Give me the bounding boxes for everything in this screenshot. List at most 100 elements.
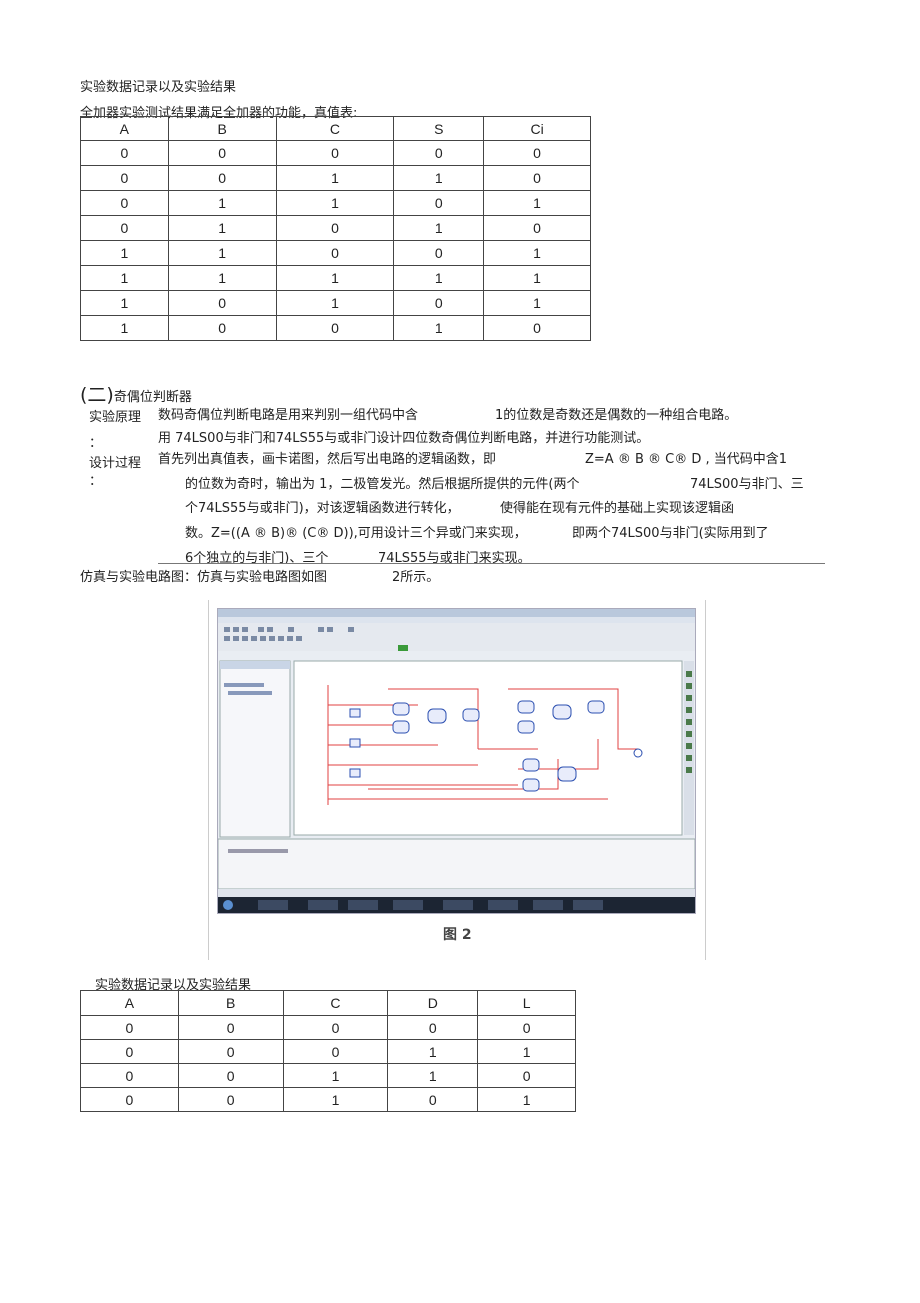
design-text-c: 的位数为奇时，输出为 1，二极管发光。然后根据所提供的元件(两个	[185, 477, 580, 492]
table-cell: 1	[167, 240, 277, 266]
table-cell: 1	[483, 240, 591, 266]
table-header: S	[393, 116, 485, 141]
table-cell: 1	[477, 1039, 576, 1064]
table-cell: 0	[393, 290, 485, 316]
table-cell: 0	[177, 1063, 284, 1088]
principle-text-2: 用 74LS00与非门和74LS55与或非门设计四位数奇偶位判断电路，并进行功能…	[158, 431, 650, 446]
table-cell: 1	[80, 315, 169, 341]
table-cell: 1	[275, 290, 395, 316]
table-header: D	[387, 990, 479, 1016]
table-cell: 0	[80, 1063, 179, 1088]
table-cell: 0	[80, 215, 169, 241]
section2-title: (二)奇偶位判断器	[80, 380, 192, 407]
table-cell: 0	[477, 1063, 576, 1088]
table-row: 00110	[80, 165, 591, 191]
table-cell: 1	[483, 265, 591, 291]
table-cell: 0	[80, 140, 169, 166]
design-text-f: 使得能在现有元件的基础上实现该逻辑函	[500, 501, 735, 516]
table-cell: 0	[80, 1015, 179, 1040]
principle-text-b: 1的位数是奇数还是偶数的一种组合电路。	[495, 408, 738, 423]
section-number: (二)	[80, 384, 114, 406]
table-cell: 0	[80, 165, 169, 191]
table-cell: 0	[282, 1039, 389, 1064]
divider	[158, 563, 825, 564]
table-cell: 0	[275, 215, 395, 241]
section-title: 奇偶位判断器	[113, 390, 192, 405]
table-cell: 1	[167, 265, 277, 291]
table-row: 11001	[80, 240, 591, 266]
table-header: A	[80, 990, 179, 1016]
table-cell: 0	[80, 1039, 179, 1064]
table-cell: 0	[483, 165, 591, 191]
table-row: 00000	[80, 140, 591, 166]
parity-truth-table: A B C D L 00000000110011000101	[80, 990, 576, 1112]
design-text-g: 数。Z=((A ® B)® (C® D)),可用设计三个异或门来实现，	[185, 526, 527, 541]
table-header: C	[275, 116, 395, 141]
section1-heading: 实验数据记录以及实验结果	[80, 80, 237, 95]
design-text-b: Z=A ® B ® C® D , 当代码中含1	[585, 452, 788, 467]
table-header: A	[80, 116, 169, 141]
table-cell: 0	[80, 1087, 179, 1112]
table-cell: 1	[80, 290, 169, 316]
table-cell: 0	[177, 1039, 284, 1064]
table-cell: 1	[387, 1039, 479, 1064]
table-row: 00101	[80, 1087, 576, 1112]
design-text-a: 首先列出真值表，画卡诺图，然后写出电路的逻辑函数，即	[158, 452, 497, 467]
design-text-e: 个74LS55与或非门)，对该逻辑函数进行转化，	[185, 501, 460, 516]
simulation-text-a: 仿真与实验电路图：仿真与实验电路图如图	[80, 570, 328, 585]
table-cell: 1	[275, 190, 395, 216]
table-cell: 1	[483, 290, 591, 316]
table-row: 01010	[80, 215, 591, 241]
simulation-text-b: 2所示。	[392, 570, 440, 585]
design-text-h: 即两个74LS00与非门(实际用到了	[572, 526, 769, 541]
table-cell: 0	[177, 1015, 284, 1040]
table-row: 10101	[80, 290, 591, 316]
table-row: 10010	[80, 315, 591, 341]
table-cell: 0	[167, 290, 277, 316]
table-cell: 0	[393, 140, 485, 166]
table-cell: 0	[483, 140, 591, 166]
design-label: 设计过程	[89, 456, 142, 471]
table-row: 01101	[80, 190, 591, 216]
table-cell: 1	[393, 215, 485, 241]
table-row: 00000	[80, 1015, 576, 1040]
table-cell: 1	[393, 265, 485, 291]
principle-text-a: 数码奇偶位判断电路是用来判别一组代码中含	[158, 408, 419, 423]
table-header: B	[167, 116, 277, 141]
table-cell: 1	[477, 1087, 576, 1112]
principle-label: 实验原理	[89, 410, 142, 425]
table-cell: 1	[80, 240, 169, 266]
design-text-d: 74LS00与非门、三	[690, 477, 804, 492]
table-cell: 0	[387, 1015, 479, 1040]
table-cell: 0	[177, 1087, 284, 1112]
table-row: 00011	[80, 1039, 576, 1064]
table-row: 00110	[80, 1063, 576, 1088]
full-adder-truth-table: A B C S Ci 00000001100110101010110011111…	[80, 116, 591, 341]
table-cell: 0	[167, 140, 277, 166]
table-cell: 0	[477, 1015, 576, 1040]
table-cell: 1	[80, 265, 169, 291]
table-cell: 1	[275, 165, 395, 191]
table-cell: 1	[393, 315, 485, 341]
table-header: L	[477, 990, 576, 1016]
circuit-simulation-screenshot	[217, 608, 696, 914]
table-row: 11111	[80, 265, 591, 291]
table-cell: 1	[167, 215, 277, 241]
table-cell: 0	[393, 240, 485, 266]
table-cell: 1	[282, 1087, 389, 1112]
table-cell: 0	[483, 215, 591, 241]
principle-colon: ：	[89, 436, 103, 451]
table-header: Ci	[483, 116, 591, 141]
table-cell: 0	[393, 190, 485, 216]
circuit-screenshot-image	[218, 609, 695, 913]
table-cell: 0	[275, 240, 395, 266]
table-cell: 0	[80, 190, 169, 216]
table-header: B	[177, 990, 284, 1016]
table-cell: 0	[483, 315, 591, 341]
table-cell: 0	[282, 1015, 389, 1040]
table-cell: 1	[275, 265, 395, 291]
figure-caption: 图 2	[443, 927, 472, 943]
table-cell: 0	[387, 1087, 479, 1112]
table-cell: 0	[167, 165, 277, 191]
table-cell: 0	[275, 315, 395, 341]
